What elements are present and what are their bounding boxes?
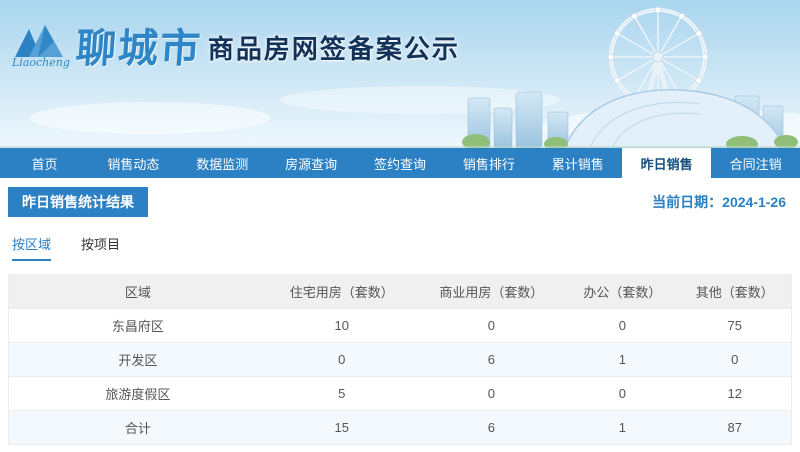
header-scenery-art: [0, 0, 800, 148]
col-header-other: 其他（套数）: [678, 274, 792, 309]
nav-item-yesterday-sales[interactable]: 昨日销售: [622, 148, 712, 178]
sales-stats-table: 区域 住宅用房（套数） 商业用房（套数） 办公（套数） 其他（套数） 东昌府区 …: [8, 274, 792, 445]
tab-by-project[interactable]: 按项目: [81, 234, 120, 261]
cell-region: 东昌府区: [8, 308, 267, 343]
tab-by-region[interactable]: 按区域: [12, 234, 52, 261]
section-bar: 昨日销售统计结果 当前日期：2024-1-26: [8, 187, 792, 217]
cell-office: 0: [566, 376, 679, 411]
section-title: 昨日销售统计结果: [8, 187, 148, 217]
nav-item-home[interactable]: 首页: [0, 148, 89, 178]
nav-item-contract-cancel[interactable]: 合同注销: [711, 148, 800, 178]
page: Liaocheng 聊城市 商品房网签备案公示 首页 销售动态 数据监测 房源查…: [0, 0, 800, 452]
site-header: Liaocheng 聊城市 商品房网签备案公示: [0, 0, 800, 148]
col-header-region: 区域: [8, 274, 267, 309]
cell-region: 合计: [8, 410, 267, 445]
view-tabs: 按区域 按项目: [8, 234, 792, 261]
logo: Liaocheng: [12, 24, 70, 69]
main-nav: 首页 销售动态 数据监测 房源查询 签约查询 销售排行 累计销售 昨日销售 合同…: [0, 148, 800, 178]
table-row-dongchangfu: 东昌府区 10 0 0 75: [8, 308, 792, 343]
table-row-kaifaqu: 开发区 0 6 1 0: [8, 342, 792, 377]
liaocheng-m-logo-icon: [14, 25, 63, 57]
table-row-tourism-resort: 旅游度假区 5 0 0 12: [8, 376, 792, 411]
nav-item-signing-search[interactable]: 签约查询: [356, 148, 445, 178]
cell-other: 87: [678, 410, 792, 445]
cell-residential: 15: [266, 410, 417, 445]
cell-residential: 10: [266, 308, 417, 343]
cell-other: 75: [678, 308, 792, 343]
content: 昨日销售统计结果 当前日期：2024-1-26 按区域 按项目 区域 住宅用房（…: [0, 187, 800, 445]
cell-office: 0: [566, 308, 679, 343]
cell-office: 1: [566, 410, 679, 445]
nav-item-total-sales[interactable]: 累计销售: [533, 148, 622, 178]
cell-residential: 5: [266, 376, 417, 411]
current-date: 当前日期：2024-1-26: [652, 194, 786, 210]
nav-item-data-monitor[interactable]: 数据监测: [178, 148, 267, 178]
cell-commercial: 6: [416, 342, 567, 377]
col-header-office: 办公（套数）: [566, 274, 679, 309]
cell-other: 0: [678, 342, 792, 377]
nav-item-listing-search[interactable]: 房源查询: [267, 148, 356, 178]
cell-commercial: 0: [416, 308, 567, 343]
brand: Liaocheng 聊城市 商品房网签备案公示: [12, 24, 460, 71]
nav-item-sales-ranking[interactable]: 销售排行: [444, 148, 533, 178]
cell-office: 1: [566, 342, 679, 377]
col-header-commercial: 商业用房（套数）: [416, 274, 567, 309]
table-row-total: 合计 15 6 1 87: [8, 410, 792, 445]
cell-residential: 0: [266, 342, 417, 377]
site-title: 商品房网签备案公示: [207, 34, 460, 64]
cell-other: 12: [678, 376, 792, 411]
table-header-row: 区域 住宅用房（套数） 商业用房（套数） 办公（套数） 其他（套数）: [8, 274, 792, 309]
cell-commercial: 0: [416, 376, 567, 411]
cell-region: 旅游度假区: [8, 376, 267, 411]
nav-item-sales-news[interactable]: 销售动态: [89, 148, 178, 178]
cell-commercial: 6: [416, 410, 567, 445]
cell-region: 开发区: [8, 342, 267, 377]
city-name-text: 聊城市: [74, 27, 204, 71]
col-header-residential: 住宅用房（套数）: [266, 274, 417, 309]
logo-script-text: Liaocheng: [12, 56, 70, 69]
